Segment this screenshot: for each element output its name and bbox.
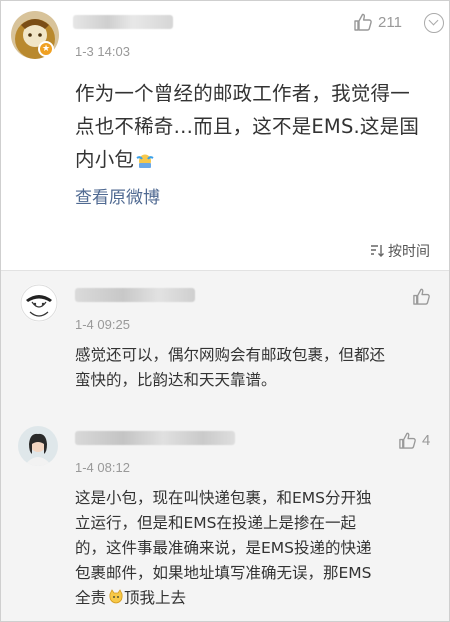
comment-text-line: 这是小包，现在叫快递包裹，和EMS分开独 (75, 489, 372, 507)
commenter-name-blurred[interactable] (75, 288, 195, 302)
post-text-line-1: 作为一个曾经的邮政工作者，我觉得一 (75, 82, 410, 105)
more-options-icon[interactable] (424, 13, 444, 33)
thumbs-up-icon (399, 432, 416, 449)
comment-time: 1-4 09:25 (75, 317, 130, 332)
comment-text-line: 的，这件事最准确来说，是EMS投递的快递 (75, 539, 372, 557)
post-text: 作为一个曾经的邮政工作者，我觉得一 点也不稀奇…而且，这不是EMS.这是国 内小… (75, 77, 435, 176)
commenter-avatar[interactable] (18, 426, 58, 466)
comment-like-button[interactable]: 4 (398, 431, 430, 450)
comment-text-line: 全责 (75, 589, 107, 607)
author-name-blurred[interactable] (73, 15, 173, 29)
comment-like-count: 4 (422, 432, 431, 449)
sort-icon (371, 245, 384, 257)
comment-text-line: 立运行，但是和EMS在投递上是掺在一起 (75, 514, 357, 532)
post-like-button[interactable]: 211 (353, 12, 402, 32)
crying-emoji-icon (136, 145, 154, 168)
sort-by-time-button[interactable]: 按时间 (370, 241, 430, 261)
cat-emoji-icon (108, 588, 124, 604)
post-text-line-3: 内小包 (75, 148, 135, 171)
verified-badge-icon: ★ (38, 41, 54, 57)
comment-text-last-line: 全责 顶我上去 (75, 586, 435, 611)
post-text-line-3-wrap: 内小包 (75, 143, 435, 176)
thumbs-up-icon (354, 13, 372, 31)
comment-text-line: 包裹邮件，如果地址填写准确无误，那EMS (75, 564, 372, 582)
comment-time: 1-4 08:12 (75, 460, 130, 475)
view-original-link[interactable]: 查看原微博 (75, 183, 160, 208)
post-time: 1-3 14:03 (75, 44, 130, 59)
weibo-comment-screen: ★ 1-3 14:03 211 作为一个曾经的邮政工作者，我觉得一 点也不稀奇…… (0, 0, 450, 622)
comment-text: 这是小包，现在叫快递包裹，和EMS分开独 立运行，但是和EMS在投递上是掺在一起… (75, 486, 435, 611)
commenter-name-blurred[interactable] (75, 431, 235, 445)
comment-text-line: 顶我上去 (124, 589, 187, 607)
comment-text-line: 感觉还可以，偶尔网购会有邮政包裹，但都还 (75, 346, 386, 364)
sort-label: 按时间 (388, 244, 430, 260)
post-like-count: 211 (378, 13, 402, 31)
comment-text: 感觉还可以，偶尔网购会有邮政包裹，但都还 蛮快的，比韵达和天天靠谱。 (75, 343, 385, 393)
post-text-line-2: 点也不稀奇…而且，这不是EMS.这是国 (75, 115, 420, 138)
comment-like-button[interactable] (412, 287, 431, 306)
comment-text-line: 蛮快的，比韵达和天天靠谱。 (75, 371, 277, 389)
commenter-avatar[interactable] (20, 284, 58, 322)
thumbs-up-icon (413, 288, 430, 305)
main-post: ★ 1-3 14:03 211 作为一个曾经的邮政工作者，我觉得一 点也不稀奇…… (1, 1, 449, 270)
comment-list: 1-4 09:25 感觉还可以，偶尔网购会有邮政包裹，但都还 蛮快的，比韵达和天… (1, 270, 449, 621)
